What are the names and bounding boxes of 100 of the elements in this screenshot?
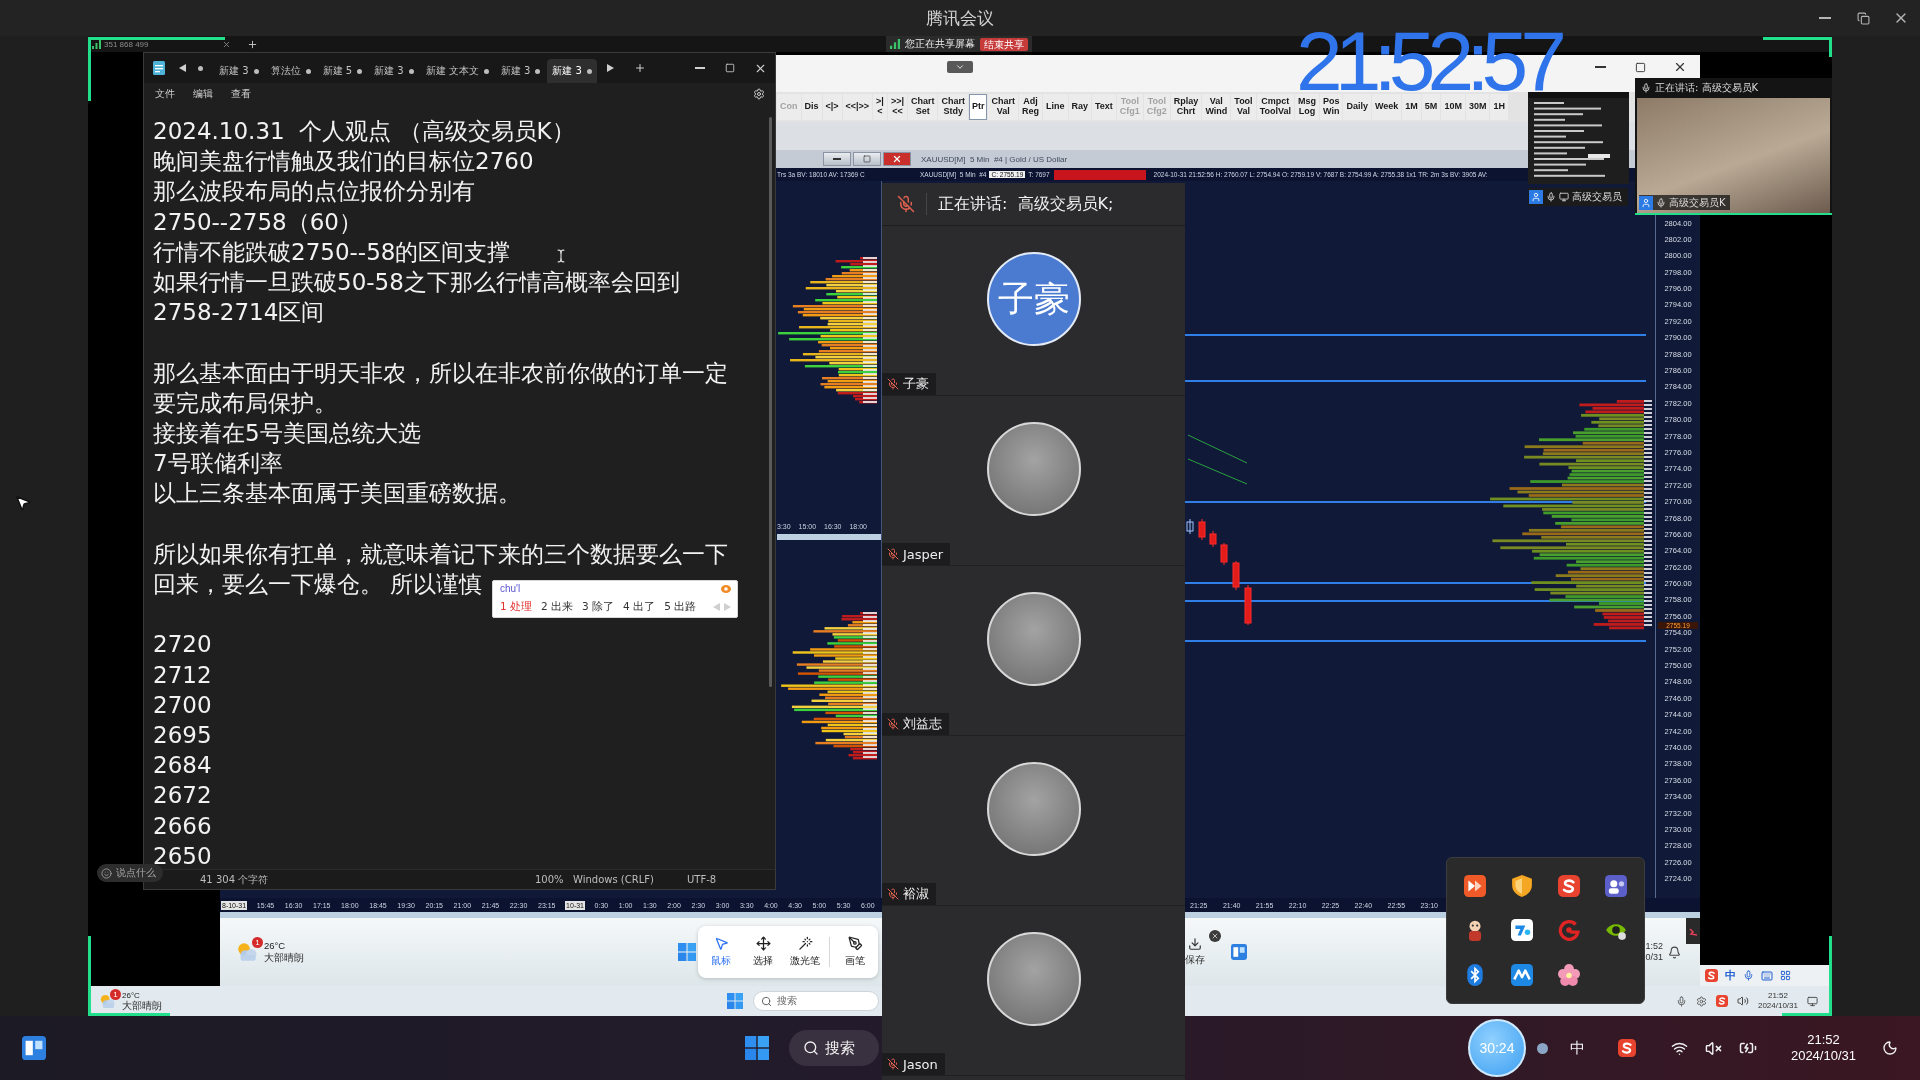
save-button[interactable]: 保存 (1185, 937, 1205, 967)
app-tile-icon[interactable] (22, 1036, 46, 1060)
candlestick (1244, 584, 1252, 626)
menu-item[interactable]: 文件 (153, 87, 177, 101)
editor-tab[interactable]: 新建 5 (317, 59, 368, 83)
tool-button[interactable]: 鼠标 (702, 932, 740, 972)
toolbar-button[interactable]: Text (1092, 94, 1116, 120)
bell-icon[interactable] (1668, 945, 1681, 959)
subwindow-title: XAUUSD[M] 5 Min #4 | Gold / US Dollar (921, 154, 1068, 164)
trend-line (1187, 434, 1248, 464)
participant-name: 裕淑 (903, 885, 929, 903)
toolbar-button[interactable]: Tool Val (1231, 94, 1256, 120)
participant-name: Jasper (903, 546, 944, 562)
ime-candidate[interactable]: 4 出了 (623, 600, 656, 614)
zoom-level: 100% (535, 874, 565, 885)
dot-icon (198, 65, 203, 71)
speaker-icon[interactable] (1736, 995, 1749, 1007)
people-tile-icon[interactable] (1605, 875, 1628, 898)
ime-candidate[interactable]: 3 除了 (582, 600, 615, 614)
text-line: 回来，要么一下爆仓。 所以谨慎 (153, 570, 483, 599)
chat-input[interactable]: 说点什么 (97, 864, 163, 882)
editor-tab[interactable]: 新建 3 (214, 59, 264, 83)
monitor-icon (1559, 192, 1569, 202)
editor-tab[interactable]: 新建 3 (369, 59, 419, 83)
toolbar-button[interactable]: Rplay Chrt (1170, 94, 1202, 120)
close-icon (1673, 60, 1687, 74)
mic-icon (1546, 192, 1556, 202)
keyboard-icon[interactable] (1761, 969, 1773, 982)
caret-right-icon[interactable] (606, 64, 614, 72)
tool-button[interactable]: 选择 (744, 932, 782, 972)
close-icon[interactable] (221, 39, 231, 49)
search-field[interactable]: 搜索 (789, 1030, 879, 1066)
search-field[interactable]: 搜索 (753, 991, 879, 1011)
candlestick (1209, 530, 1217, 548)
plus-icon[interactable] (246, 38, 258, 50)
text-line: 晚间美盘行情触及我们的目标位2760 (153, 147, 534, 177)
search-icon (761, 995, 772, 1007)
editor-tab[interactable]: 新建 文本文 (420, 59, 494, 83)
toolbar-button[interactable]: Chart Stdy (938, 94, 968, 120)
text-line: 7号联储利率 (153, 449, 283, 479)
participant-name: 子豪 (903, 375, 929, 393)
tool-button[interactable]: 激光笔 (786, 932, 824, 972)
encoding: UTF-8 (687, 874, 717, 885)
toolbar-button[interactable]: Chart Set (907, 94, 938, 120)
dot-icon (357, 68, 363, 74)
shield-icon[interactable] (1510, 875, 1533, 898)
close-button[interactable] (883, 152, 911, 166)
menu-item[interactable]: 编辑 (191, 87, 215, 101)
swoosh-logo-icon[interactable] (1617, 1039, 1636, 1057)
text-line: 所以如果你有扛单，就意味着记下来的三个数据要么一下 (153, 539, 728, 569)
text-line: 要完成布局保护。 (153, 388, 337, 418)
swirl-icon[interactable] (1558, 919, 1581, 942)
toolbar-button[interactable]: Val Wind (1202, 94, 1231, 120)
four-pane-logo-icon[interactable] (745, 1036, 769, 1060)
toolbar-button[interactable]: Ptr (968, 94, 988, 120)
app-tile-icon[interactable] (1510, 919, 1533, 942)
toolbar-button[interactable]: >>|<< (887, 94, 907, 120)
weather-condition: 大部晴朗 (264, 951, 304, 964)
toolbar-button[interactable]: Cmpct ToolVal (1256, 94, 1294, 120)
ime-candidate[interactable]: 1 处理 (500, 600, 533, 614)
ime-candidate[interactable]: 5 出路 (664, 600, 697, 614)
caret-left-icon[interactable] (179, 64, 186, 72)
editor-tab[interactable]: 算法位 (265, 59, 316, 83)
toolbar-button[interactable]: Ray (1068, 94, 1091, 120)
app-tile-icon[interactable] (1231, 944, 1247, 960)
dropdown-button[interactable] (947, 61, 973, 73)
close-button[interactable] (1209, 930, 1221, 942)
avatar: 子豪 (986, 252, 1081, 346)
speaker-muted-icon[interactable] (1704, 1039, 1722, 1057)
minimize-icon (833, 158, 841, 160)
moon-icon[interactable] (1882, 1040, 1898, 1056)
wave-tile-icon[interactable] (1510, 963, 1533, 986)
toolbar-button[interactable]: <|> (822, 94, 842, 120)
toolbar-button[interactable]: >|< (873, 94, 887, 120)
clock-date: 2024/10/31 (1790, 1048, 1856, 1064)
plus-icon[interactable] (633, 62, 646, 74)
toolbar-button[interactable]: Chart Val (988, 94, 1018, 120)
flower-icon[interactable] (1558, 963, 1581, 986)
minimize-button[interactable] (823, 152, 851, 166)
toolbar-button[interactable]: <<|>> (842, 94, 873, 120)
monitor-icon[interactable] (1807, 995, 1818, 1007)
meeting-id: 351 868 499 (104, 39, 149, 49)
tool-button[interactable]: 画笔 (836, 932, 874, 972)
move-icon (755, 936, 771, 951)
toolbar-button[interactable]: Adj Reg (1018, 94, 1042, 120)
editor-tab[interactable]: 新建 3 (547, 59, 597, 83)
editor-tab[interactable]: 新建 3 (495, 59, 546, 83)
mic-icon[interactable] (1743, 970, 1754, 981)
double-arrow-tile-icon[interactable] (1463, 875, 1486, 898)
grid-icon[interactable] (1780, 970, 1791, 981)
weather-condition: 大部晴朗 (122, 999, 162, 1012)
menu-item[interactable]: 查看 (229, 87, 253, 101)
ime-candidate[interactable]: 2 出来 (541, 600, 574, 614)
settings-icon[interactable] (1695, 995, 1707, 1007)
toolbar-button[interactable]: Line (1043, 94, 1068, 120)
swoosh-logo-icon[interactable] (1558, 875, 1581, 898)
toolbar-button[interactable]: Dis (801, 94, 822, 120)
clock[interactable]: 21:52 2024/10/31 (1790, 1032, 1856, 1064)
mic-icon[interactable] (1675, 995, 1687, 1007)
stop-sharing-button[interactable]: 结束共享 (980, 37, 1028, 51)
